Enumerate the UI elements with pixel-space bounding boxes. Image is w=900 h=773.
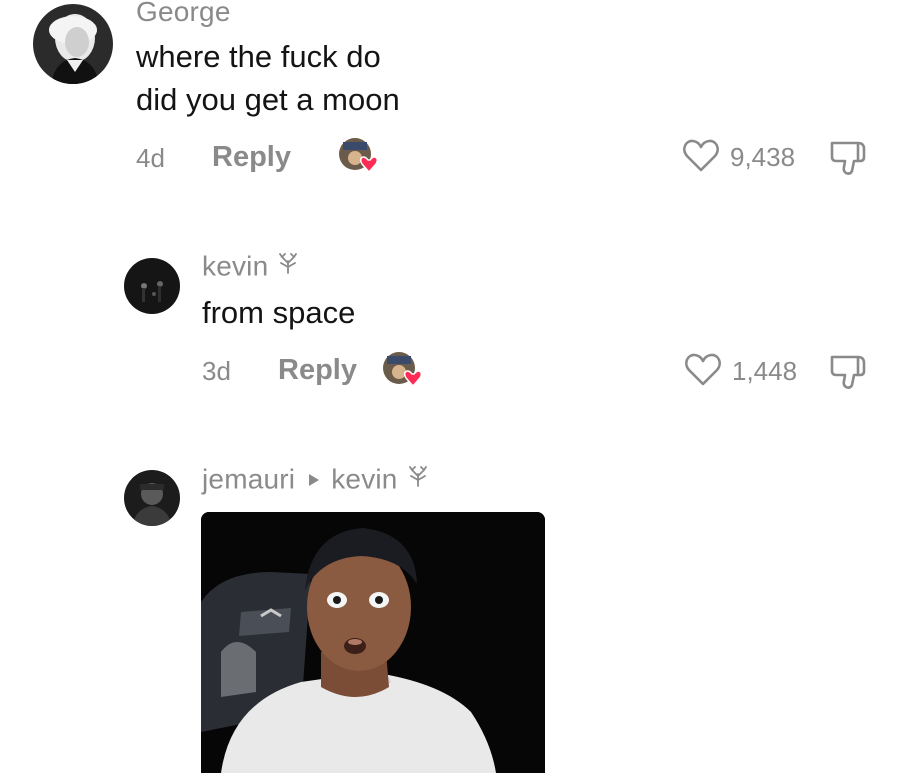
avatar-image [124,470,180,526]
username-text: jemauri [202,463,296,495]
comment-text-line: did you get a moon [136,82,400,117]
like-count: 1,448 [732,356,798,386]
comment-text: from space [202,291,355,334]
avatar-george[interactable] [33,4,113,84]
comment-username[interactable]: kevin [202,250,300,286]
heart-icon[interactable] [684,352,722,388]
video-thumbnail[interactable] [201,512,545,773]
reaction-video-frame [201,512,545,773]
creator-liked-icon [338,136,382,176]
reply-to-username[interactable]: kevin [331,463,397,494]
dislike-icon[interactable] [828,139,870,177]
comment-text: where the fuck do did you get a moon [136,35,400,121]
heart-icon[interactable] [682,138,720,174]
comment-text-line: where the fuck do [136,39,381,74]
comment-text-line: from space [202,295,356,330]
comment-timestamp: 3d [202,356,231,386]
comment-username[interactable]: jemauri kevin [202,463,430,499]
comment-timestamp: 4d [136,143,165,173]
like-count: 9,438 [730,142,796,172]
avatar-image [124,258,180,314]
avatar-kevin[interactable] [124,258,180,314]
reply-arrow-icon [309,474,320,486]
reply-button[interactable]: Reply [278,354,357,387]
creator-liked-icon [382,350,426,390]
tree-icon [276,250,300,282]
username-text: kevin [202,250,269,282]
tree-icon [406,463,430,495]
dislike-icon[interactable] [828,353,870,391]
comment-username[interactable]: George [136,0,231,28]
avatar-jemauri[interactable] [124,470,180,526]
portrait-image [33,4,113,84]
reply-button[interactable]: Reply [212,141,291,174]
